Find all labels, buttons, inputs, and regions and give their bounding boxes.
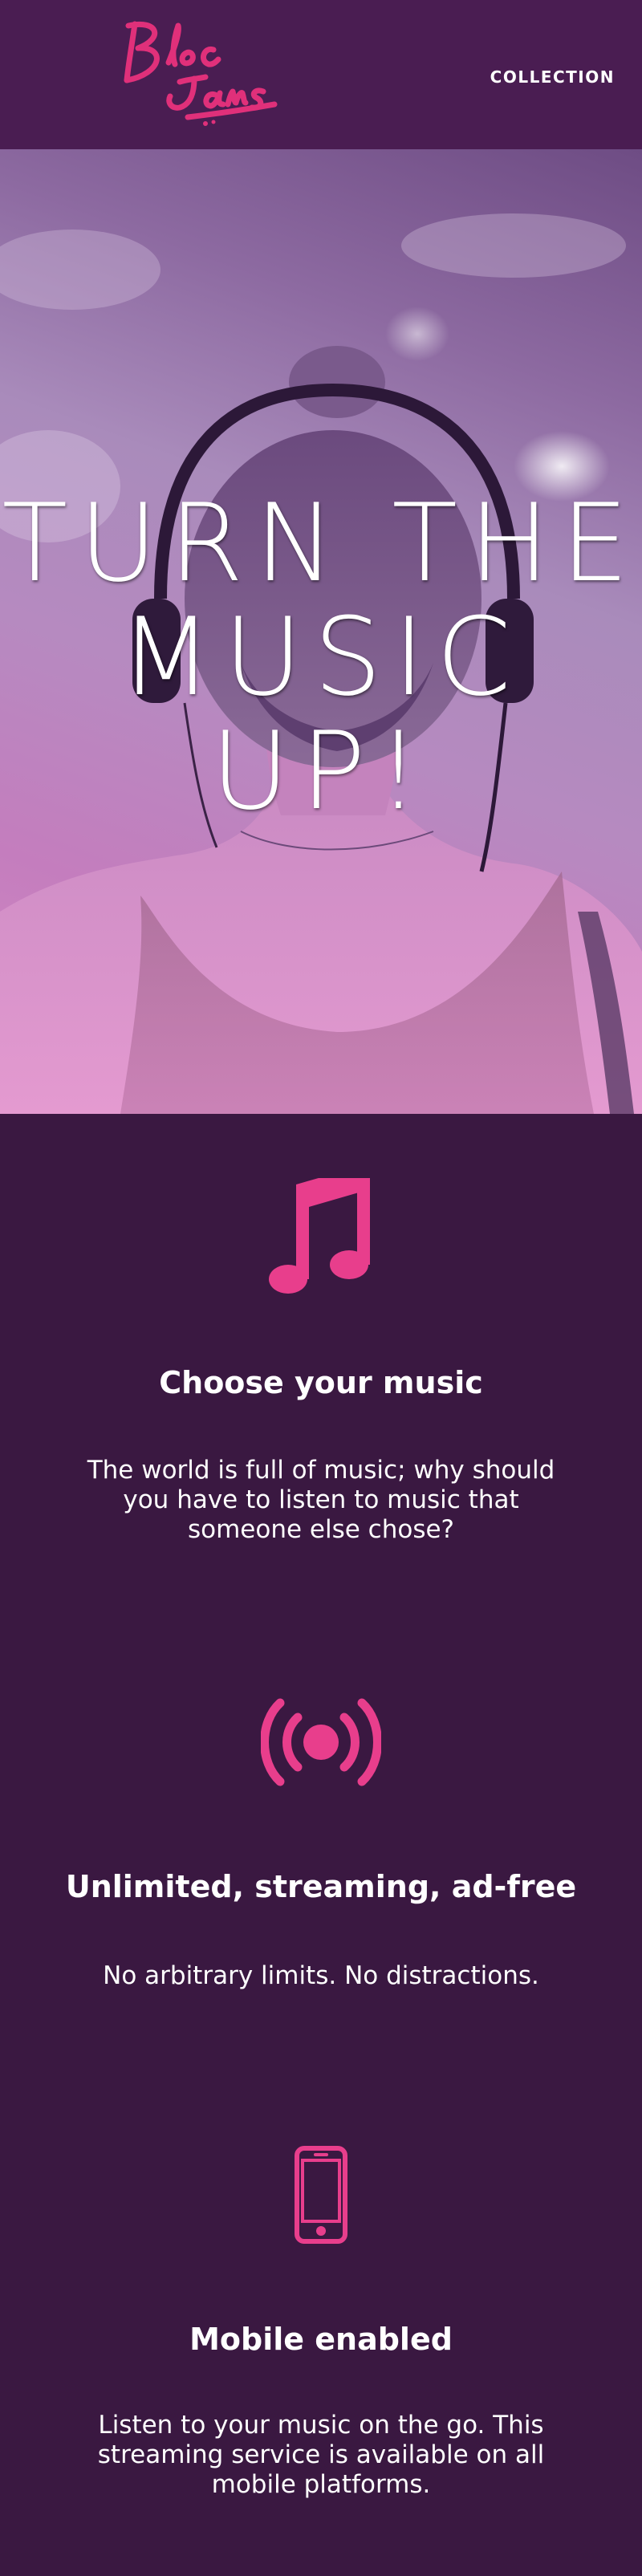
feature-description: The world is full of music; why should y… <box>87 1456 555 1544</box>
feature-description: No arbitrary limits. No distractions. <box>103 1961 539 1990</box>
mobile-phone-icon <box>295 2146 347 2244</box>
feature-choose-music: Choose your music The world is full of m… <box>0 1114 642 1611</box>
feature-description: Listen to your music on the go. This str… <box>97 2411 545 2499</box>
music-note-icon <box>269 1178 370 1294</box>
navbar: COLLECTION <box>0 0 642 149</box>
nav-link-collection[interactable]: COLLECTION <box>490 67 615 87</box>
hero-section: TURN THE MUSIC UP! <box>0 149 642 1114</box>
hero-title-line-2: MUSIC UP! <box>120 595 522 834</box>
feature-title: Mobile enabled <box>189 2322 453 2357</box>
feature-unlimited-streaming: Unlimited, streaming, ad-free No arbitra… <box>0 1611 642 2061</box>
feature-mobile-enabled: Mobile enabled Listen to your music on t… <box>0 2061 642 2576</box>
feature-title: Unlimited, streaming, ad-free <box>65 1869 577 1904</box>
hero-title: TURN THE MUSIC UP! <box>0 486 642 828</box>
hero-title-line-1: TURN THE <box>2 481 640 606</box>
bloc-jams-logo-icon <box>124 21 278 126</box>
radio-broadcast-icon <box>261 1698 381 1786</box>
logo[interactable] <box>111 14 279 127</box>
feature-title: Choose your music <box>159 1365 483 1400</box>
